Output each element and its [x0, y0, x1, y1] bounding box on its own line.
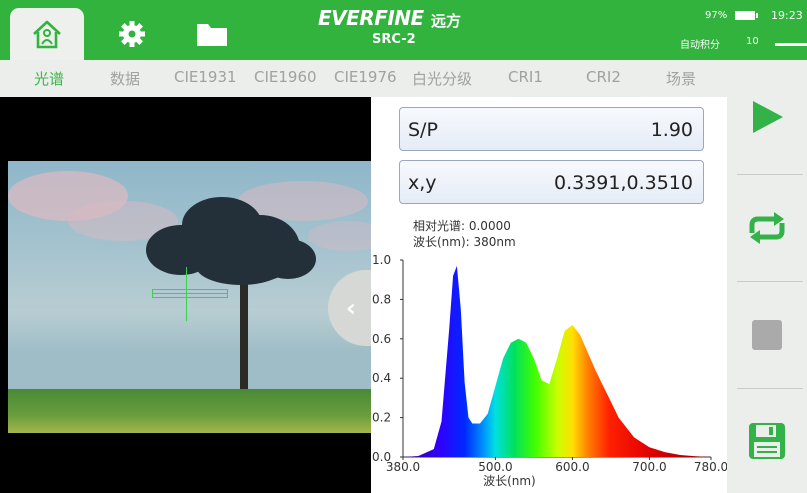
tab-spectrum[interactable]: 光谱 [34, 68, 64, 89]
y-tick-label: 0.2 [372, 411, 391, 425]
xy-coordinates-field: x,y 0.3391,0.3510 [399, 160, 704, 204]
start-measure-button[interactable] [727, 60, 807, 174]
sp-ratio-label: S/P [408, 119, 438, 141]
tab-white-grading[interactable]: 白光分级 [412, 68, 472, 89]
measurement-panel: S/P 1.90 x,y 0.3391,0.3510 相对光谱: 0.0000 … [371, 97, 727, 493]
x-tick-label: 500.0 [478, 460, 512, 474]
tab-bar: 光谱 数据 CIE1931 CIE1960 CIE1976 白光分级 CRI1 … [0, 60, 727, 97]
spectrum-area [403, 265, 711, 457]
tree-canopy [260, 239, 316, 279]
x-tick-label: 700.0 [632, 460, 666, 474]
scene-ground [8, 389, 371, 433]
crosshair-vertical [186, 267, 187, 321]
folder-icon [197, 24, 227, 46]
action-sidebar [727, 60, 807, 493]
relative-spectrum-readout: 相对光谱: 0.0000 [413, 219, 511, 233]
spectrum-chart[interactable]: 0.00.20.40.60.81.0380.0 500.0 600.0 700.0 78… [371, 247, 727, 493]
stop-icon [752, 320, 782, 350]
tab-cie1931[interactable]: CIE1931 [174, 68, 237, 86]
folder-button[interactable] [175, 8, 249, 60]
continuous-measure-button[interactable] [727, 175, 807, 281]
save-button[interactable] [727, 389, 807, 493]
chevron-left-icon: ‹ [346, 294, 356, 322]
y-tick-label: 1.0 [372, 253, 391, 267]
x-tick-label: 600.0 [555, 460, 589, 474]
battery-percent: 97% [705, 10, 728, 21]
x-tick-label: 780.0 [694, 460, 727, 474]
battery-icon [735, 11, 758, 20]
x-tick-label: 380.0 [386, 460, 420, 474]
device-model: SRC-2 [372, 32, 416, 47]
home-icon [33, 20, 61, 49]
tab-cri2[interactable]: CRI2 [586, 68, 621, 86]
tab-cri1[interactable]: CRI1 [508, 68, 543, 86]
tab-cie1976[interactable]: CIE1976 [334, 68, 397, 86]
clock: 19:23 [771, 9, 803, 22]
xy-label: x,y [408, 172, 437, 194]
repeat-icon [749, 212, 785, 244]
home-button[interactable] [10, 8, 84, 60]
app-window: EVERFINE 远方 SRC-2 97% 19:23 自动积分 10 光谱 数… [0, 0, 807, 493]
tab-data[interactable]: 数据 [110, 68, 140, 89]
tab-scene[interactable]: 场景 [666, 68, 696, 89]
save-icon [749, 423, 785, 459]
y-tick-label: 0.4 [372, 371, 391, 385]
settings-button[interactable] [95, 8, 169, 60]
play-icon [753, 101, 783, 133]
y-tick-label: 0.8 [372, 292, 391, 306]
auto-integration-label: 自动积分 [680, 40, 720, 51]
gear-icon [119, 21, 145, 47]
x-axis-label: 波长(nm) [483, 474, 536, 488]
sp-ratio-value: 1.90 [650, 119, 693, 141]
stop-button[interactable] [727, 282, 807, 388]
integration-slider[interactable] [775, 43, 807, 46]
top-bar: EVERFINE 远方 SRC-2 97% 19:23 自动积分 10 [0, 0, 807, 60]
xy-value: 0.3391,0.3510 [553, 172, 693, 194]
sp-ratio-field: S/P 1.90 [399, 107, 704, 151]
crosshair-horizontal [152, 293, 228, 294]
brand-logo: EVERFINE [318, 6, 424, 30]
tab-cie1960[interactable]: CIE1960 [254, 68, 317, 86]
auto-integration-value: 10 [746, 36, 759, 47]
y-tick-label: 0.6 [372, 332, 391, 346]
tree-trunk [240, 269, 248, 389]
brand-name-cn: 远方 [431, 12, 462, 30]
camera-preview[interactable]: ‹ [0, 97, 388, 493]
